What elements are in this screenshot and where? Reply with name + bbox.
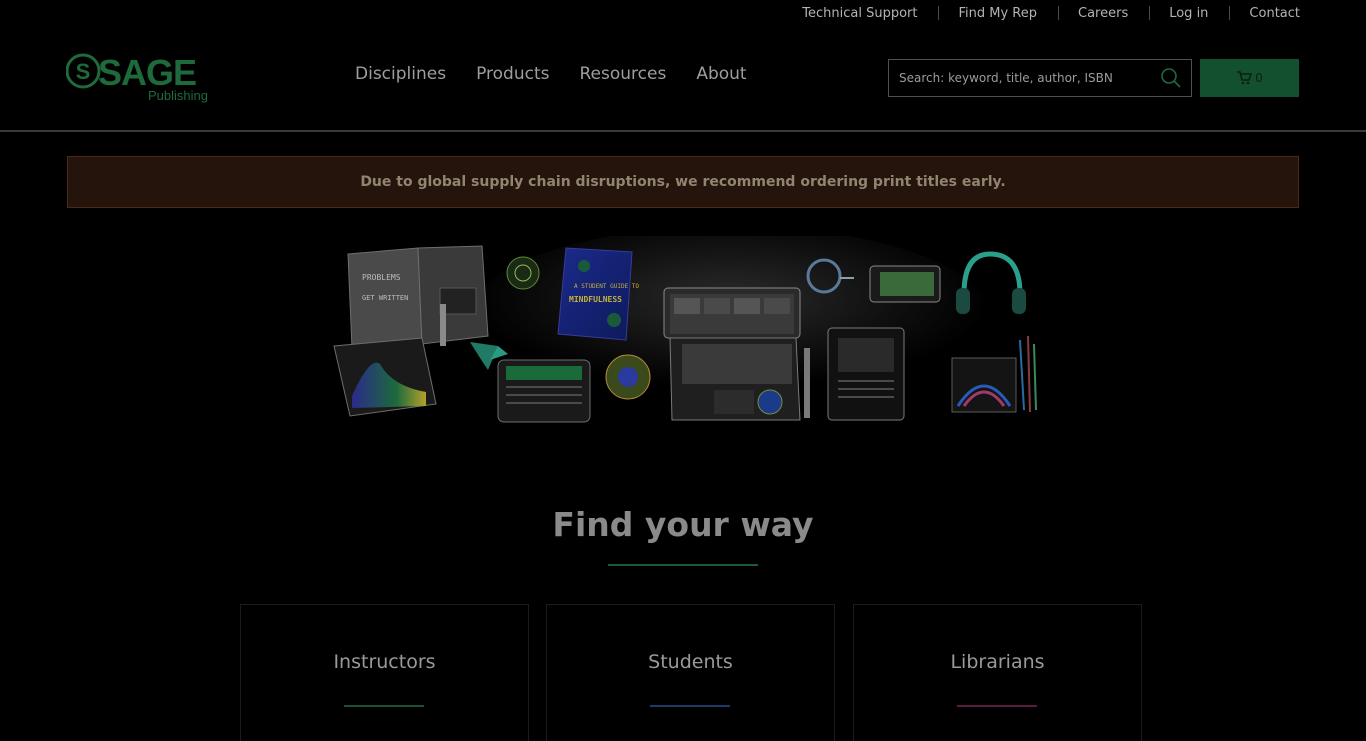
stylus-image: [804, 348, 810, 418]
open-book-image: PROBLEMS GET WRITTEN: [347, 245, 489, 349]
svg-text:S: S: [76, 59, 91, 84]
nav-disciplines[interactable]: Disciplines: [355, 64, 446, 84]
find-your-way-heading: Find your way: [552, 505, 814, 544]
hero-products-graphic: PROBLEMS GET WRITTEN A STUDENT GUIDE TO …: [333, 226, 1037, 423]
utility-link-find-my-rep[interactable]: Find My Rep: [958, 6, 1037, 21]
search-icon: [1161, 68, 1181, 88]
utility-link-careers[interactable]: Careers: [1078, 6, 1128, 21]
dashboard-tablet-image: [497, 359, 591, 423]
nav-about[interactable]: About: [696, 64, 746, 84]
chart-tablet-image: [333, 337, 437, 417]
utility-link-log-in[interactable]: Log in: [1169, 6, 1208, 21]
card-students[interactable]: Students: [546, 604, 835, 741]
logo-tagline-text: Publishing: [148, 88, 208, 103]
search-button[interactable]: [1151, 60, 1191, 96]
utility-link-contact[interactable]: Contact: [1249, 6, 1300, 21]
utility-divider: [1149, 6, 1151, 20]
nav-resources[interactable]: Resources: [579, 64, 666, 84]
supply-chain-notice: Due to global supply chain disruptions, …: [67, 156, 1299, 208]
card-librarians[interactable]: Librarians: [853, 604, 1142, 741]
main-nav: Disciplines Products Resources About: [355, 64, 747, 84]
laptop-image: [663, 287, 801, 421]
sage-logo-mark: S SAGE Publishing: [66, 52, 208, 103]
search-input[interactable]: [889, 60, 1151, 96]
card-instructors-label: Instructors: [333, 651, 436, 673]
search-box: [888, 59, 1192, 97]
card-students-underline: [650, 705, 730, 707]
utility-divider: [1058, 6, 1059, 20]
card-instructors[interactable]: Instructors: [240, 604, 529, 741]
succulent-plant-image: [506, 256, 540, 290]
card-librarians-underline: [957, 705, 1037, 707]
utility-divider: [938, 6, 940, 20]
hero-illustration: PROBLEMS GET WRITTEN A STUDENT GUIDE TO …: [330, 226, 1040, 432]
logo-brand-text: SAGE: [98, 52, 196, 93]
utility-link-technical-support[interactable]: Technical Support: [802, 6, 917, 21]
cart-count: 0: [1255, 71, 1263, 85]
header-divider: [0, 130, 1366, 132]
sage-logo[interactable]: S SAGE Publishing: [66, 50, 210, 104]
card-students-label: Students: [648, 651, 733, 673]
book-left-title: PROBLEMS: [362, 273, 401, 282]
cell-microscopy-image: [605, 354, 651, 400]
find-your-way-underline: [608, 564, 758, 566]
ereader-image: [827, 327, 905, 421]
utility-nav: Technical Support Find My Rep Careers Lo…: [802, 0, 1300, 26]
card-instructors-underline: [344, 705, 424, 707]
phone-image: [869, 265, 941, 303]
cart-button[interactable]: 0: [1200, 59, 1299, 97]
book-center-title: MINDFULNESS: [569, 295, 622, 304]
book-left-subtitle: GET WRITTEN: [362, 294, 408, 302]
notice-text: Due to global supply chain disruptions, …: [360, 174, 1006, 190]
card-librarians-label: Librarians: [950, 651, 1045, 673]
cart-icon: [1237, 71, 1253, 85]
book-center-top: A STUDENT GUIDE TO: [574, 283, 639, 290]
mindfulness-book-image: A STUDENT GUIDE TO MINDFULNESS: [557, 247, 639, 341]
utility-divider: [1229, 6, 1231, 20]
nav-products[interactable]: Products: [476, 64, 549, 84]
headphones-image: [956, 251, 1026, 314]
